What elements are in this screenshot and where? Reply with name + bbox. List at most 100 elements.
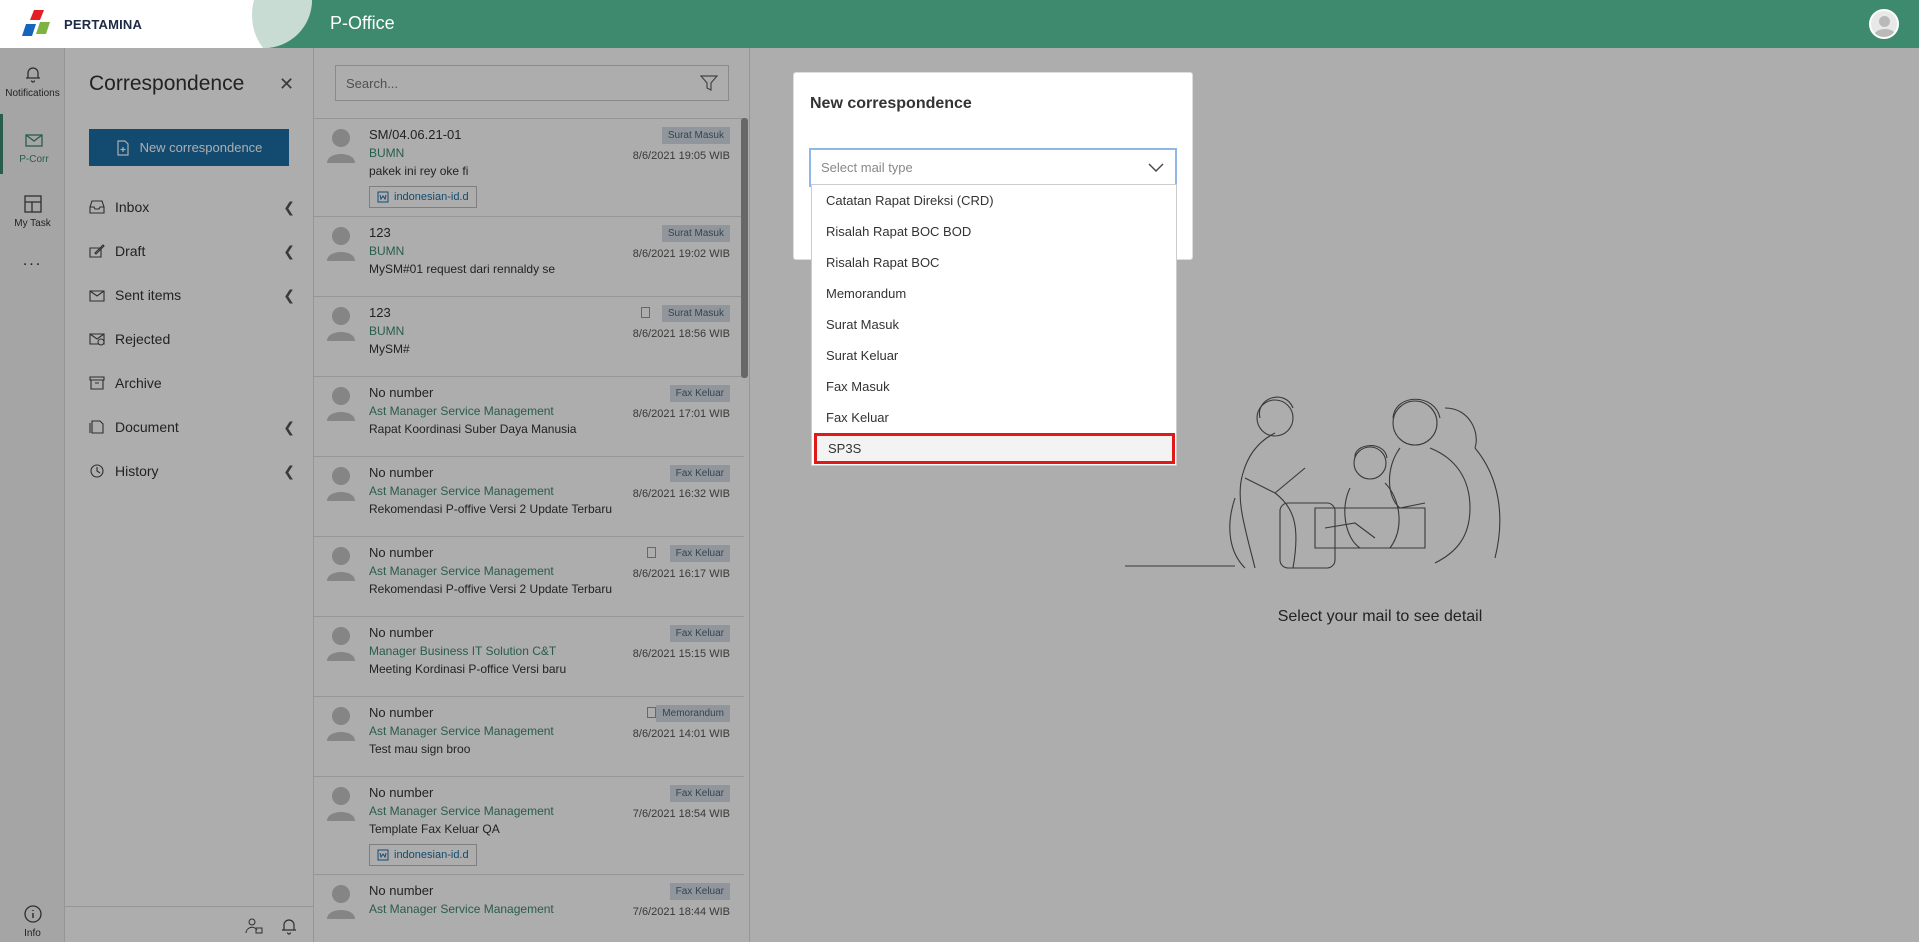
logo-area: PERTAMINA [0, 0, 312, 48]
mail-subject: Rekomendasi P-offive Versi 2 Update Terb… [369, 582, 613, 596]
inbox-icon [89, 200, 105, 214]
mail-type-option[interactable]: Memorandum [812, 278, 1176, 309]
rejected-icon [89, 333, 105, 346]
top-bar: PERTAMINA P-Office [0, 0, 1919, 48]
rail-notifications[interactable]: Notifications [0, 64, 65, 99]
document-icon [641, 307, 650, 318]
close-icon[interactable]: ✕ [279, 74, 294, 95]
new-correspondence-label: New correspondence [139, 140, 263, 155]
mail-date: 8/6/2021 14:01 WIB [632, 728, 730, 740]
avatar-icon [327, 707, 355, 741]
mail-type-option[interactable]: Catatan Rapat Direksi (CRD) [812, 185, 1176, 216]
list-item[interactable]: No number Ast Manager Service Management… [314, 696, 744, 776]
mail-type-option[interactable]: Fax Keluar [812, 402, 1176, 433]
sent-icon [89, 290, 105, 302]
attachment-name: indonesian-id.d [394, 191, 469, 203]
user-settings-icon[interactable] [245, 917, 263, 935]
empty-state-text: Select your mail to see detail [1277, 608, 1483, 625]
mail-date: 8/6/2021 19:05 WIB [632, 150, 730, 162]
mail-type-select[interactable]: Select mail type [809, 148, 1177, 187]
mail-type-option[interactable]: Fax Masuk [812, 371, 1176, 402]
word-file-icon [377, 191, 389, 203]
archive-icon [89, 376, 105, 390]
rail-notifications-label: Notifications [5, 88, 60, 99]
bell-icon[interactable] [281, 917, 297, 935]
list-item[interactable]: SM/04.06.21-01 BUMN pakek ini rey oke fi… [314, 118, 744, 216]
mail-subject: MySM#01 request dari rennaldy se [369, 262, 556, 276]
rail-info-label: Info [24, 928, 41, 939]
sidebar-item-inbox[interactable]: Inbox ❮ [89, 185, 295, 229]
sidebar-title: Correspondence [89, 72, 245, 95]
mail-type-badge: Memorandum [656, 705, 730, 722]
avatar-icon [327, 547, 355, 581]
chevron-left-icon: ❮ [283, 463, 295, 479]
mail-type-badge: Fax Keluar [669, 883, 730, 900]
chevron-left-icon: ❮ [283, 419, 295, 435]
chevron-left-icon: ❮ [283, 199, 295, 215]
mail-subject: pakek ini rey oke fi [369, 164, 469, 178]
mail-items: SM/04.06.21-01 BUMN pakek ini rey oke fi… [314, 118, 744, 942]
user-avatar[interactable] [1869, 9, 1899, 39]
mail-type-option[interactable]: Surat Keluar [812, 340, 1176, 371]
list-item[interactable]: 123 BUMN MySM# Surat Masuk 8/6/2021 18:5… [314, 296, 744, 376]
left-rail: Notifications P-Corr My Task ... Info [0, 48, 65, 942]
search-placeholder: Search... [346, 75, 399, 91]
mail-subject: Template Fax Keluar QA [369, 822, 500, 836]
mail-subject: Rapat Koordinasi Suber Daya Manusia [369, 422, 577, 436]
new-document-icon [116, 139, 129, 156]
document-icon [647, 547, 656, 558]
sidebar-item-document[interactable]: Document ❮ [89, 405, 295, 449]
document-icon [89, 420, 104, 434]
mail-type-option[interactable]: Risalah Rapat BOC BOD [812, 216, 1176, 247]
mail-type-option[interactable]: Risalah Rapat BOC [812, 247, 1176, 278]
sidebar-item-sent[interactable]: Sent items ❮ [89, 273, 295, 317]
chevron-left-icon: ❮ [283, 287, 295, 303]
mail-list-panel: Search... SM/04.06.21-01 BUMN pakek ini … [314, 48, 750, 942]
history-icon [90, 464, 104, 478]
attachment-chip[interactable]: indonesian-id.d [369, 844, 477, 866]
list-item[interactable]: No number Ast Manager Service Management… [314, 376, 744, 456]
rail-pcorr[interactable]: P-Corr [0, 114, 65, 174]
mail-type-option[interactable]: SP3S [814, 433, 1175, 464]
correspondence-sidebar: Correspondence ✕ New correspondence Inbo… [65, 48, 314, 942]
avatar-icon [327, 387, 355, 421]
rail-mytask-label: My Task [14, 218, 51, 229]
avatar-icon [327, 227, 355, 261]
avatar-icon [327, 787, 355, 821]
rail-mytask[interactable]: My Task [0, 194, 65, 229]
list-item[interactable]: No number Ast Manager Service Management… [314, 874, 744, 942]
document-icon [647, 707, 656, 718]
avatar-icon [327, 885, 355, 919]
mail-type-badge: Fax Keluar [669, 385, 730, 402]
pertamina-logo-icon [22, 10, 50, 36]
mail-subject: Test mau sign broo [369, 742, 471, 756]
mail-type-badge: Surat Masuk [661, 127, 730, 144]
sidebar-item-label: Document [115, 419, 179, 435]
mail-type-option[interactable]: Surat Masuk [812, 309, 1176, 340]
rail-more[interactable]: ... [0, 252, 65, 270]
sidebar-item-label: Rejected [115, 331, 171, 347]
mail-type-badge: Surat Masuk [661, 225, 730, 242]
avatar-icon [327, 129, 355, 163]
search-input[interactable]: Search... [335, 65, 729, 101]
sidebar-item-draft[interactable]: Draft ❮ [89, 229, 295, 273]
chevron-down-icon [1148, 163, 1164, 172]
app-title: P-Office [330, 13, 395, 33]
attachment-name: indonesian-id.d [394, 849, 469, 861]
sidebar-item-history[interactable]: History ❮ [89, 449, 295, 493]
mail-type-badge: Fax Keluar [669, 465, 730, 482]
sidebar-item-archive[interactable]: Archive [89, 361, 295, 405]
sidebar-item-rejected[interactable]: Rejected [89, 317, 295, 361]
list-item[interactable]: 123 BUMN MySM#01 request dari rennaldy s… [314, 216, 744, 296]
rail-info[interactable]: Info [0, 904, 65, 939]
list-item[interactable]: No number Ast Manager Service Management… [314, 536, 744, 616]
list-scrollbar[interactable] [741, 118, 748, 378]
list-item[interactable]: No number Ast Manager Service Management… [314, 456, 744, 536]
filter-icon[interactable] [700, 75, 718, 91]
sidebar-footer [65, 906, 314, 942]
new-correspondence-button[interactable]: New correspondence [89, 129, 289, 166]
list-item[interactable]: No number Ast Manager Service Management… [314, 776, 744, 874]
list-item[interactable]: No number Manager Business IT Solution C… [314, 616, 744, 696]
attachment-chip[interactable]: indonesian-id.d [369, 186, 477, 208]
people-illustration [1125, 396, 1501, 569]
